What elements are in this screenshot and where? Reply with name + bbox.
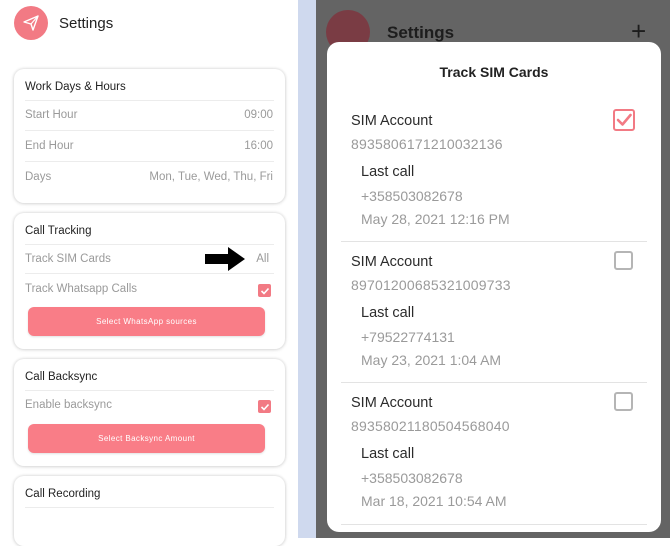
track-sim-dialog-screen: Settings + Track SIM Cards SIM Account 8… — [316, 0, 670, 538]
last-call-phone: +358503082678 — [361, 188, 463, 204]
last-call-date: May 23, 2021 1:04 AM — [361, 352, 502, 368]
sim-number: 8935806171210032136 — [351, 136, 503, 152]
last-call-label: Last call — [361, 446, 415, 462]
last-call-phone: +358503082678 — [361, 470, 463, 486]
enable-backsync-label: Enable backsync — [25, 399, 112, 411]
select-backsync-amount-button[interactable]: Select Backsync Amount — [28, 424, 265, 453]
track-sim-value[interactable]: All — [256, 253, 269, 265]
divider — [25, 161, 274, 162]
sim-item[interactable]: SIM Account 8935806171210032136 Last cal… — [327, 109, 661, 254]
work-days-card: Work Days & Hours Start Hour 09:00 End H… — [14, 69, 285, 203]
sim-checkbox-checked[interactable] — [613, 109, 635, 131]
start-hour-label: Start Hour — [25, 109, 78, 121]
panel-separator — [298, 0, 316, 538]
sim-divider — [341, 241, 647, 242]
divider — [25, 507, 274, 508]
check-icon — [260, 287, 269, 295]
call-recording-card: Call Recording — [14, 476, 285, 546]
call-tracking-title: Call Tracking — [25, 225, 92, 237]
last-call-date: May 28, 2021 12:16 PM — [361, 211, 510, 227]
sim-item[interactable]: SIM Account 89701200685321009733 Last ca… — [327, 251, 661, 395]
last-call-date: Mar 18, 2021 10:54 AM — [361, 493, 507, 509]
app-logo — [14, 6, 48, 40]
divider — [25, 390, 274, 391]
days-label: Days — [25, 171, 52, 183]
last-call-phone: +79522774131 — [361, 329, 455, 345]
sim-checkbox-unchecked[interactable] — [614, 392, 633, 411]
divider — [25, 100, 274, 101]
sim-number: 89358021180504568040 — [351, 418, 510, 434]
divider — [25, 130, 274, 131]
work-days-title: Work Days & Hours — [25, 81, 126, 93]
settings-screen: Settings Work Days & Hours Start Hour 09… — [0, 0, 298, 546]
sim-number: 89701200685321009733 — [351, 277, 511, 293]
plus-icon: + — [631, 16, 647, 46]
divider — [25, 244, 274, 245]
sim-name: SIM Account — [351, 254, 433, 270]
sim-divider — [341, 524, 647, 525]
days-value[interactable]: Mon, Tue, Wed, Thu, Fri — [149, 171, 273, 183]
sim-divider — [341, 382, 647, 383]
sim-item[interactable]: SIM Account 89358021180504568040 Last ca… — [327, 392, 661, 532]
sim-checkbox-unchecked[interactable] — [614, 251, 633, 270]
select-whatsapp-sources-button[interactable]: Select WhatsApp sources — [28, 307, 265, 336]
backsync-title: Call Backsync — [25, 371, 98, 383]
start-hour-value[interactable]: 09:00 — [244, 109, 273, 121]
end-hour-value[interactable]: 16:00 — [244, 140, 273, 152]
divider — [25, 273, 274, 274]
check-icon — [616, 113, 632, 126]
last-call-label: Last call — [361, 305, 415, 321]
track-sim-label: Track SIM Cards — [25, 253, 111, 265]
app-header: Settings — [0, 0, 298, 50]
enable-backsync-checkbox[interactable] — [258, 400, 271, 413]
check-icon — [260, 403, 269, 411]
modal-title: Track SIM Cards — [439, 64, 549, 80]
track-whatsapp-label: Track Whatsapp Calls — [25, 283, 138, 295]
track-sim-modal: Track SIM Cards SIM Account 893580617121… — [327, 42, 661, 532]
track-whatsapp-checkbox[interactable] — [258, 284, 271, 297]
end-hour-label: End Hour — [25, 140, 74, 152]
call-tracking-card: Call Tracking Track SIM Cards All Track … — [14, 213, 285, 349]
page-title: Settings — [59, 15, 114, 32]
sim-name: SIM Account — [351, 395, 433, 411]
sim-name: SIM Account — [351, 113, 433, 129]
paper-plane-icon — [23, 15, 39, 31]
call-recording-title: Call Recording — [25, 488, 101, 500]
background-title: Settings — [387, 23, 455, 42]
last-call-label: Last call — [361, 164, 415, 180]
arrow-right-icon — [205, 247, 245, 271]
backsync-card: Call Backsync Enable backsync Select Bac… — [14, 359, 285, 466]
